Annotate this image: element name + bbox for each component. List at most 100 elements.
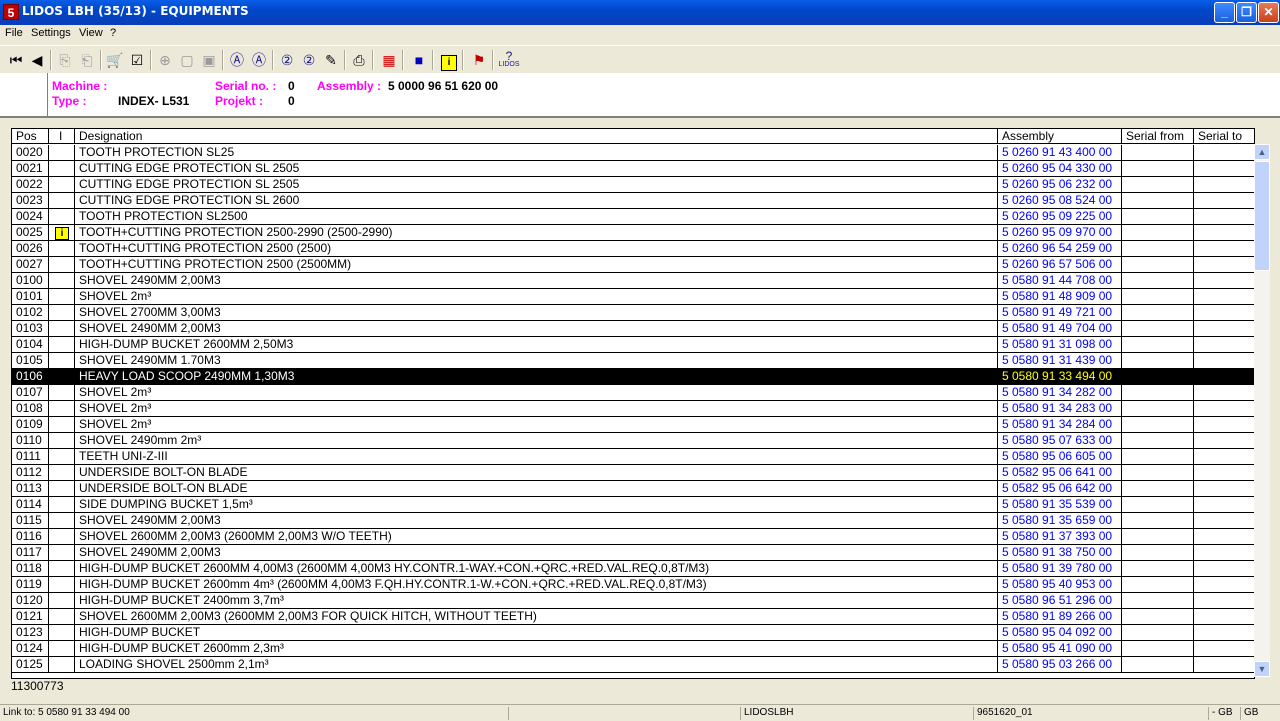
grid-icon[interactable]: ▦ [380,51,398,69]
table-row[interactable]: 0120 HIGH-DUMP BUCKET 2400mm 3,7m³ 5 0580 … [12,593,1254,609]
cell-serial-to [1194,209,1254,224]
table-row[interactable]: 0104 HIGH-DUMP BUCKET 2600MM 2,50M3 5 0580… [12,337,1254,353]
table-row[interactable]: 0100 SHOVEL 2490MM 2,00M3 5 0580 91 44 708… [12,273,1254,289]
serial-value: 0 [288,79,295,93]
cell-designation: TOOTH+CUTTING PROTECTION 2500 (2500MM) [75,257,998,272]
maximize-button[interactable]: ❐ [1236,2,1257,23]
import-icon[interactable]: ⎗ [78,51,96,69]
menu-help[interactable]: ? [110,27,116,39]
cell-info [49,337,75,352]
cell-info [49,465,75,480]
cell-pos: 0116 [12,529,49,544]
table-row[interactable]: 0117 SHOVEL 2490MM 2,00M3 5 0580 91 38 750… [12,545,1254,561]
page-icon[interactable]: ▢ [178,51,196,69]
table-row[interactable]: 0022 CUTTING EDGE PROTECTION SL 2505 5 026… [12,177,1254,193]
cell-assembly: 5 0582 95 06 641 00 [998,465,1122,480]
cell-serial-to [1194,321,1254,336]
column-header-info[interactable]: I [49,129,75,144]
equipment-table[interactable]: Pos I Designation Assembly Serial from S… [11,128,1255,679]
table-row[interactable]: 0023 CUTTING EDGE PROTECTION SL 2600 5 026… [12,193,1254,209]
table-row[interactable]: 0025 i TOOTH+CUTTING PROTECTION 2500-2990 … [12,225,1254,241]
table-row[interactable]: 0111 TEETH UNI-Z-III 5 0580 95 06 605 00 [12,449,1254,465]
table-row[interactable]: 0119 HIGH-DUMP BUCKET 2600mm 4m³ (2600MM … [12,577,1254,593]
table-row[interactable]: 0116 SHOVEL 2600MM 2,00M3 (2600MM 2,00M3 … [12,529,1254,545]
table-row[interactable]: 0101 SHOVEL 2m³ 5 0580 91 48 909 00 [12,289,1254,305]
menu-file[interactable]: File [5,27,23,39]
search-2-icon[interactable]: ② [278,51,296,69]
table-row[interactable]: 0114 SIDE DUMPING BUCKET 1,5m³ 5 0580 91 3… [12,497,1254,513]
blue-square-icon[interactable]: ■ [410,51,428,69]
cell-serial-to [1194,257,1254,272]
table-row[interactable]: 0106 HEAVY LOAD SCOOP 2490MM 1,30M3 5 0580… [12,369,1254,385]
search-a-icon[interactable]: Ⓐ [228,51,246,69]
print-icon[interactable]: ⎙ [350,51,368,69]
cell-assembly: 5 0580 95 03 266 00 [998,657,1122,672]
table-row[interactable]: 0108 SHOVEL 2m³ 5 0580 91 34 283 00 [12,401,1254,417]
cell-assembly: 5 0260 95 09 970 00 [998,225,1122,240]
table-row[interactable]: 0102 SHOVEL 2700MM 3,00M3 5 0580 91 49 721… [12,305,1254,321]
cell-serial-to [1194,465,1254,480]
table-row[interactable]: 0112 UNDERSIDE BOLT-ON BLADE 5 0582 95 06 … [12,465,1254,481]
column-header-pos[interactable]: Pos [12,129,49,144]
first-record-icon[interactable]: ⏮ [7,51,25,69]
app-icon[interactable]: 5 [3,4,19,20]
column-header-serial-to[interactable]: Serial to [1194,129,1254,144]
scroll-thumb[interactable] [1254,161,1270,271]
table-row[interactable]: 0107 SHOVEL 2m³ 5 0580 91 34 282 00 [12,385,1254,401]
close-button[interactable]: ✕ [1258,2,1279,23]
cell-info [49,497,75,512]
zoom-icon[interactable]: ⊕ [156,51,174,69]
vertical-scrollbar[interactable]: ▲ ▼ [1254,144,1270,677]
cell-pos: 0024 [12,209,49,224]
record-number: 11300773 [11,679,64,693]
table-row[interactable]: 0124 HIGH-DUMP BUCKET 2600mm 2,3m³ 5 0580 … [12,641,1254,657]
table-row[interactable]: 0125 LOADING SHOVEL 2500mm 2,1m³ 5 0580 95… [12,657,1254,673]
table-row[interactable]: 0115 SHOVEL 2490MM 2,00M3 5 0580 91 35 659… [12,513,1254,529]
table-row[interactable]: 0105 SHOVEL 2490MM 1.70M3 5 0580 91 31 439… [12,353,1254,369]
table-row[interactable]: 0027 TOOTH+CUTTING PROTECTION 2500 (2500M… [12,257,1254,273]
title-bar[interactable]: 5 LIDOS LBH (35/13) - EQUIPMENTS _ ❐ ✕ [0,0,1280,25]
table-row[interactable]: 0118 HIGH-DUMP BUCKET 2600MM 4,00M3 (2600… [12,561,1254,577]
table-row[interactable]: 0113 UNDERSIDE BOLT-ON BLADE 5 0582 95 06 … [12,481,1254,497]
table-row[interactable]: 0103 SHOVEL 2490MM 2,00M3 5 0580 91 49 704… [12,321,1254,337]
cart-icon[interactable]: 🛒 [106,51,124,69]
search-a-next-icon[interactable]: Ⓐ [250,51,268,69]
scroll-down-icon[interactable]: ▼ [1254,661,1270,677]
cell-info [49,401,75,416]
table-row[interactable]: 0121 SHOVEL 2600MM 2,00M3 (2600MM 2,00M3 … [12,609,1254,625]
table-row[interactable]: 0021 CUTTING EDGE PROTECTION SL 2505 5 026… [12,161,1254,177]
cell-info: i [49,225,75,240]
cell-pos: 0108 [12,401,49,416]
export-icon[interactable]: ⎘ [56,51,74,69]
cell-serial-from [1122,321,1194,336]
info-icon[interactable]: i [440,51,458,71]
edit-icon[interactable]: ✎ [322,51,340,69]
scroll-up-icon[interactable]: ▲ [1254,144,1270,160]
info-icon[interactable]: i [55,227,69,240]
table-row[interactable]: 0110 SHOVEL 2490mm 2m³ 5 0580 95 07 633 00 [12,433,1254,449]
table-row[interactable]: 0123 HIGH-DUMP BUCKET 5 0580 95 04 092 00 [12,625,1254,641]
table-row[interactable]: 0024 TOOTH PROTECTION SL2500 5 0260 95 09 … [12,209,1254,225]
cell-serial-to [1194,577,1254,592]
previous-record-icon[interactable]: ◀ [28,51,46,69]
cell-serial-to [1194,625,1254,640]
table-row[interactable]: 0026 TOOTH+CUTTING PROTECTION 2500 (2500)… [12,241,1254,257]
menu-settings[interactable]: Settings [31,27,71,39]
column-header-assembly[interactable]: Assembly [998,129,1122,144]
column-header-designation[interactable]: Designation [75,129,998,144]
minimize-button[interactable]: _ [1214,2,1235,23]
lidos-help-icon[interactable]: ? LIDOS [498,50,520,69]
menu-view[interactable]: View [79,27,103,39]
cell-pos: 0119 [12,577,49,592]
search-2-next-icon[interactable]: ② [300,51,318,69]
column-header-serial-from[interactable]: Serial from [1122,129,1194,144]
cell-designation: HEAVY LOAD SCOOP 2490MM 1,30M3 [75,369,998,384]
table-row[interactable]: 0109 SHOVEL 2m³ 5 0580 91 34 284 00 [12,417,1254,433]
cell-pos: 0101 [12,289,49,304]
cell-designation: SHOVEL 2m³ [75,289,998,304]
cell-serial-from [1122,561,1194,576]
table-row[interactable]: 0020 TOOTH PROTECTION SL25 5 0260 91 43 40… [12,145,1254,161]
pages-icon[interactable]: ▣ [200,51,218,69]
flag-icon[interactable]: ⚑ [470,51,488,69]
checklist-icon[interactable]: ☑ [128,51,146,69]
